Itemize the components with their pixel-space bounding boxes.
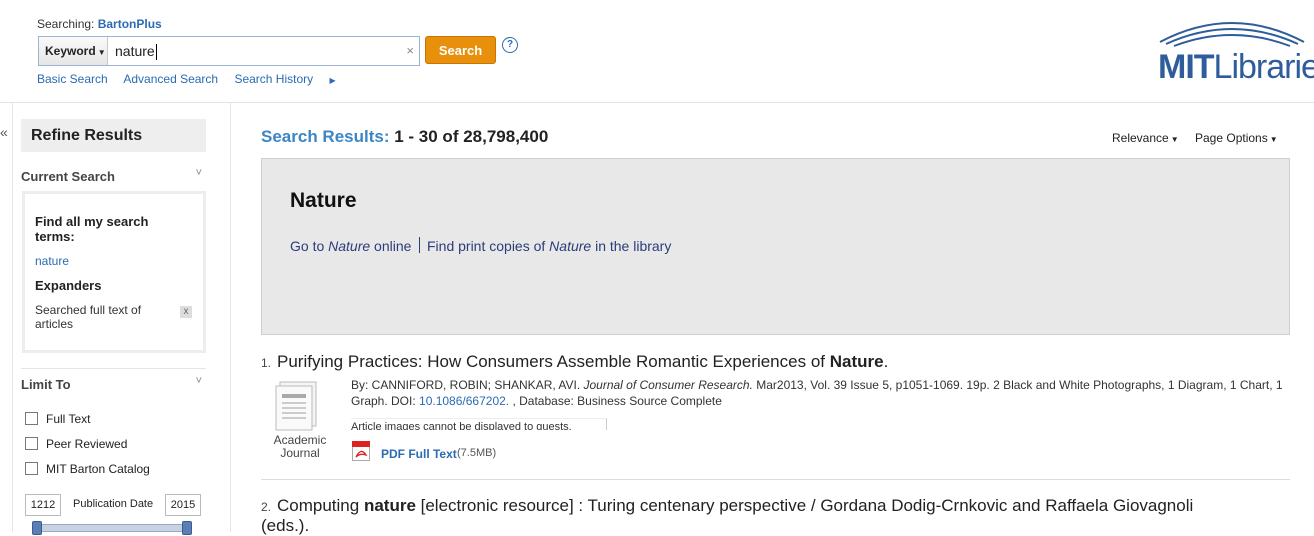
clear-icon[interactable]: × — [406, 37, 414, 65]
link2-post: in the library — [591, 238, 672, 254]
limit-to-label: Limit To — [21, 377, 71, 392]
logo-arcs-icon — [1159, 22, 1305, 47]
pub-date-from-input[interactable]: 1212 — [25, 494, 61, 516]
database-name: , Database: Business Source Complete — [509, 394, 722, 408]
result-metadata: By: CANNIFORD, ROBIN; SHANKAR, AVI. Jour… — [351, 377, 1291, 409]
page-options-label: Page Options — [1195, 131, 1268, 145]
refine-results-heading: Refine Results — [21, 119, 206, 152]
sidebar-right-border — [230, 103, 231, 532]
relevance-dropdown[interactable]: Relevance ▼ — [1112, 131, 1179, 145]
basic-search-link[interactable]: Basic Search — [37, 72, 108, 86]
current-search-label: Current Search — [21, 169, 115, 184]
peer-reviewed-label: Peer Reviewed — [46, 437, 128, 451]
link-divider — [419, 237, 420, 253]
collapse-sidebar-icon[interactable]: « — [0, 124, 8, 140]
title-text-end: . — [883, 352, 889, 371]
searching-label: Searching: BartonPlus — [37, 17, 162, 31]
chevron-down-icon: ▼ — [1170, 135, 1179, 144]
page-options-dropdown[interactable]: Page Options ▼ — [1195, 131, 1278, 145]
field-select[interactable]: Keyword ▼ — [39, 37, 108, 65]
result-title-link[interactable]: Purifying Practices: How Consumers Assem… — [277, 352, 888, 372]
pdf-full-text-link[interactable]: PDF Full Text — [381, 447, 457, 461]
help-icon[interactable]: ? — [502, 37, 518, 53]
chevron-down-icon: ▼ — [97, 48, 106, 57]
searching-prefix: Searching: — [37, 17, 95, 31]
limit-full-text[interactable]: Full Text — [25, 412, 90, 426]
title-text: Computing — [277, 496, 364, 515]
chevron-down-icon: ˅ — [195, 375, 202, 387]
limit-mit-barton[interactable]: MIT Barton Catalog — [25, 462, 150, 476]
search-history-link[interactable]: Search History ▶ — [234, 72, 348, 86]
chevron-down-icon: ▼ — [1269, 135, 1278, 144]
header: Searching: BartonPlus Keyword ▼ nature × … — [0, 0, 1314, 103]
link1-em: Nature — [328, 238, 371, 254]
field-select-label: Keyword — [45, 44, 96, 58]
image-message: Article images cannot be displayed to gu… — [351, 418, 607, 430]
title-text: Purifying Practices: How Consumers Assem… — [277, 352, 830, 371]
title-highlight: Nature — [829, 352, 884, 371]
current-search-box: Find all my search terms: nature Expande… — [22, 191, 206, 353]
link1-pre: Go to — [290, 238, 329, 254]
sidebar-left-border — [12, 103, 13, 532]
authors: By: CANNIFORD, ROBIN; SHANKAR, AVI. — [351, 378, 584, 392]
result-number: 1. — [261, 356, 272, 370]
search-input[interactable]: nature — [115, 37, 157, 65]
expander-text: Searched full text of articles — [35, 303, 142, 331]
search-button[interactable]: Search — [425, 36, 496, 64]
divider — [21, 368, 206, 369]
pub-date-slider[interactable] — [32, 521, 192, 535]
link1-post: online — [370, 238, 412, 254]
logo-text-mit: MIT — [1158, 48, 1215, 86]
search-query-text: nature — [115, 43, 155, 59]
caret-right-icon: ▶ — [329, 76, 336, 85]
journal-name: Journal of Consumer Research. — [583, 378, 753, 392]
advanced-search-link[interactable]: Advanced Search — [123, 72, 218, 86]
title-highlight: nature — [363, 496, 416, 515]
doc-type-label: Academic Journal — [273, 433, 327, 460]
logo-text: MITLibraries — [1158, 48, 1314, 87]
peer-reviewed-checkbox[interactable] — [25, 437, 38, 450]
featured-title: Nature — [290, 189, 357, 212]
limit-peer-reviewed[interactable]: Peer Reviewed — [25, 437, 127, 451]
full-text-label: Full Text — [46, 412, 91, 426]
result-title-link[interactable]: Computing nature [electronic resource] :… — [261, 496, 1221, 536]
link2-em: Nature — [549, 238, 592, 254]
mit-libraries-logo[interactable]: MITLibraries — [1150, 10, 1314, 87]
featured-resource-panel: Nature Go to Nature online Find print co… — [261, 158, 1290, 335]
slider-handle-from[interactable] — [32, 521, 42, 535]
chevron-down-icon: ˅ — [195, 167, 202, 179]
result-divider — [261, 479, 1290, 480]
go-to-nature-link[interactable]: Go to Nature online — [290, 238, 411, 254]
current-search-heading[interactable]: Current Search ˅ — [21, 167, 206, 184]
search-box: Keyword ▼ nature × — [38, 36, 420, 66]
academic-journal-icon[interactable] — [272, 380, 322, 432]
mit-barton-checkbox[interactable] — [25, 462, 38, 475]
search-history-label: Search History — [234, 72, 314, 86]
remove-expander-button[interactable]: x — [180, 306, 192, 318]
find-print-copies-link[interactable]: Find print copies of Nature in the libra… — [427, 238, 671, 254]
link2-pre: Find print copies of — [427, 238, 550, 254]
mit-barton-label: MIT Barton Catalog — [46, 462, 150, 476]
pub-date-to-input[interactable]: 2015 — [165, 494, 201, 516]
limit-to-heading[interactable]: Limit To ˅ — [21, 375, 206, 392]
results-label: Search Results: — [261, 127, 390, 146]
doi-link[interactable]: 10.1086/667202. — [419, 394, 509, 408]
pdf-icon[interactable] — [352, 441, 370, 461]
pdf-size: (7.5MB) — [457, 447, 497, 459]
full-text-checkbox[interactable] — [25, 412, 38, 425]
text-cursor — [155, 44, 157, 61]
find-all-label: Find all my search terms: — [35, 214, 149, 244]
search-term-link[interactable]: nature — [35, 254, 69, 268]
expanders-label: Expanders — [35, 278, 102, 293]
search-links: Basic Search Advanced Search Search Hist… — [37, 72, 362, 86]
results-count: 1 - 30 of 28,798,400 — [394, 127, 549, 146]
results-heading: Search Results: 1 - 30 of 28,798,400 — [261, 127, 548, 147]
database-link[interactable]: BartonPlus — [98, 17, 162, 31]
pub-date-label: Publication Date — [73, 498, 154, 510]
slider-handle-to[interactable] — [182, 521, 192, 535]
relevance-label: Relevance — [1112, 131, 1169, 145]
logo-text-libraries: Libraries — [1213, 48, 1314, 86]
